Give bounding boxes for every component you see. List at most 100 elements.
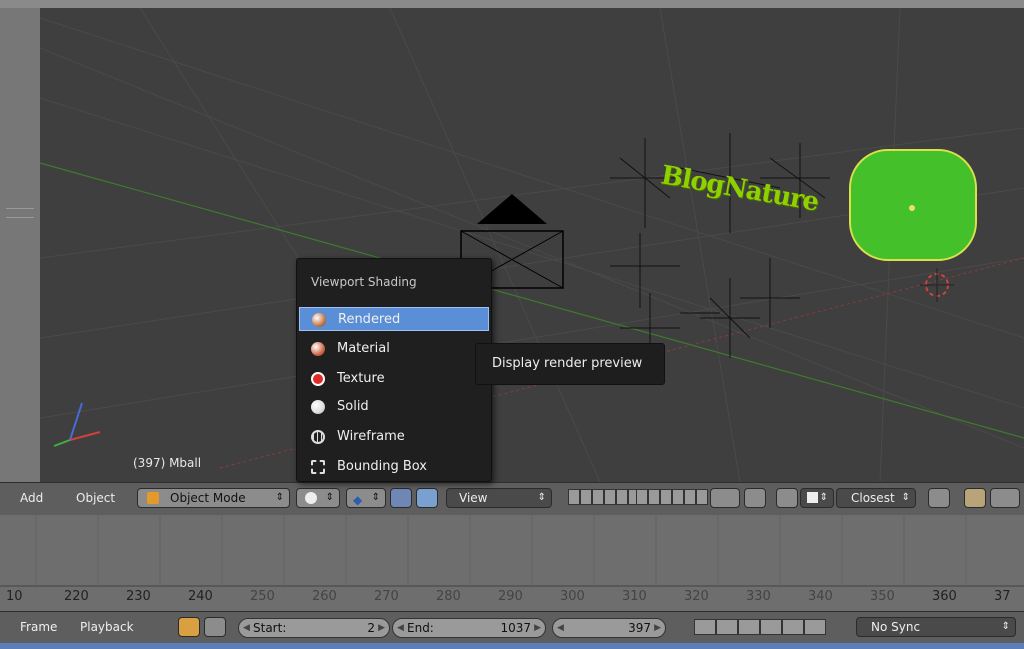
object-origin	[909, 205, 915, 211]
increment-arrow-icon[interactable]: ▶	[378, 619, 385, 637]
preview-range-icon[interactable]	[178, 617, 200, 637]
frame-number: 37	[994, 589, 1011, 604]
end-frame-field[interactable]: ◀ End: 1037 ▶	[392, 618, 546, 638]
proportional-edit-icon[interactable]	[744, 488, 766, 508]
play-reverse-icon	[738, 619, 760, 635]
frame-number: 230	[126, 589, 151, 604]
decrement-arrow-icon[interactable]: ◀	[397, 619, 404, 637]
dropdown-arrows-icon: ⇕	[371, 492, 380, 503]
align-rotation-icon[interactable]	[928, 488, 950, 508]
dropdown-arrows-icon: ⇕	[901, 492, 910, 503]
shading-bounding-box-item[interactable]: Bounding Box	[299, 455, 489, 479]
dropdown-arrows-icon: ⇕	[275, 492, 284, 503]
snap-target-dropdown[interactable]: Closest ⇕	[836, 488, 916, 508]
shading-material-item[interactable]: Material	[299, 337, 489, 361]
frame-number: 240	[188, 589, 213, 604]
tooltip: Display render preview	[475, 343, 665, 385]
timeline-header: Frame Playback ◀ Start: 2 ▶ ◀ End: 1037 …	[0, 611, 1024, 644]
menu-item-label: Material	[337, 341, 390, 356]
decrement-arrow-icon[interactable]: ◀	[243, 619, 250, 637]
increment-arrow-icon[interactable]: ▶	[654, 619, 661, 637]
frame-number: 340	[808, 589, 833, 604]
shading-solid-item[interactable]: Solid	[299, 395, 489, 419]
dropdown-arrows-icon: ⇕	[1001, 621, 1010, 632]
frame-number: 310	[622, 589, 647, 604]
next-keyframe-icon	[782, 619, 804, 635]
current-frame-field[interactable]: ◀ 397 ▶	[552, 618, 666, 638]
playback-controls[interactable]	[694, 619, 826, 637]
viewport-info: (397) Mball	[133, 456, 202, 470]
timeline-grid	[0, 515, 1024, 587]
frame-number: 350	[870, 589, 895, 604]
menu-item-label: Texture	[337, 371, 385, 386]
decrement-arrow-icon[interactable]: ◀	[557, 619, 564, 637]
snap-target-label: Closest	[851, 491, 895, 505]
menu-item-label: Rendered	[338, 312, 401, 327]
transform-icon[interactable]	[416, 488, 438, 508]
shading-rendered-item[interactable]: Rendered	[299, 307, 489, 331]
shading-dropdown[interactable]: ⇕	[296, 488, 340, 508]
end-label: End:	[407, 621, 434, 635]
dropdown-arrows-icon: ⇕	[537, 492, 546, 503]
manipulator-toggle[interactable]	[390, 488, 412, 508]
render-icon[interactable]	[964, 488, 986, 508]
frame-number: 280	[436, 589, 461, 604]
frame-number: 250	[250, 589, 275, 604]
object-mode-icon	[147, 492, 159, 504]
solid-sphere-icon	[311, 400, 325, 414]
pivot-dropdown[interactable]: ◆ ⇕	[346, 488, 386, 508]
menu-item-label: Bounding Box	[337, 459, 428, 474]
frame-number: 330	[746, 589, 771, 604]
frame-number: 300	[560, 589, 585, 604]
viewport-shading-menu: Viewport Shading Rendered Material Textu…	[296, 258, 492, 482]
timeline-frame-numbers: 10 220 230 240 250 260 270 280 290 300 3…	[0, 589, 1024, 609]
lock-icon[interactable]	[204, 617, 226, 637]
snap-icon[interactable]	[776, 488, 798, 508]
mode-dropdown[interactable]: Object Mode ⇕	[137, 488, 290, 508]
orientation-dropdown[interactable]: View ⇕	[446, 488, 552, 508]
shading-wireframe-item[interactable]: Wireframe	[299, 425, 489, 449]
3d-viewport[interactable]: BlogNature (397) Mball	[40, 8, 1024, 482]
sync-dropdown[interactable]: No Sync ⇕	[856, 617, 1016, 637]
mode-label: Object Mode	[170, 491, 246, 505]
frame-number: 320	[684, 589, 709, 604]
material-sphere-icon	[311, 342, 325, 356]
menu-frame[interactable]: Frame	[20, 620, 57, 634]
frame-number: 360	[932, 589, 957, 604]
render-animation-icon[interactable]	[990, 488, 1020, 508]
shelf-handle-icon[interactable]	[6, 208, 34, 218]
layer-lock-icon[interactable]	[710, 488, 740, 508]
menu-playback[interactable]: Playback	[80, 620, 134, 634]
metaball-object[interactable]	[849, 149, 977, 261]
menu-item-label: Wireframe	[337, 429, 405, 444]
start-label: Start:	[253, 621, 287, 635]
3d-cursor	[920, 268, 954, 302]
jump-end-icon	[804, 619, 826, 635]
viewport-scene	[40, 8, 1024, 482]
dropdown-arrows-icon: ⇕	[819, 492, 828, 503]
layer-buttons-2[interactable]	[636, 489, 708, 507]
tool-shelf-edge[interactable]	[0, 8, 40, 482]
menu-item-label: Solid	[337, 399, 369, 414]
increment-arrow-icon[interactable]: ▶	[534, 619, 541, 637]
snap-element-dropdown[interactable]: ⇕	[800, 488, 834, 508]
frame-number: 220	[64, 589, 89, 604]
frame-number: 290	[498, 589, 523, 604]
dropdown-arrows-icon: ⇕	[325, 492, 334, 503]
start-frame-field[interactable]: ◀ Start: 2 ▶	[238, 618, 390, 638]
menu-title: Viewport Shading	[311, 275, 417, 289]
wireframe-sphere-icon	[311, 430, 325, 444]
status-strip	[0, 643, 1024, 649]
shading-texture-item[interactable]: Texture	[299, 367, 489, 391]
timeline-editor[interactable]: 10 220 230 240 250 260 270 280 290 300 3…	[0, 515, 1024, 611]
menu-add[interactable]: Add	[20, 491, 43, 505]
pivot-icon: ◆	[353, 493, 363, 507]
top-border	[0, 0, 1024, 8]
menu-object[interactable]: Object	[76, 491, 115, 505]
start-value: 2	[367, 621, 375, 635]
end-value: 1037	[500, 621, 531, 635]
rendered-sphere-icon	[312, 313, 326, 327]
layer-buttons-1[interactable]	[568, 489, 640, 507]
snap-element-icon	[807, 492, 818, 503]
bounding-box-icon	[311, 460, 325, 474]
